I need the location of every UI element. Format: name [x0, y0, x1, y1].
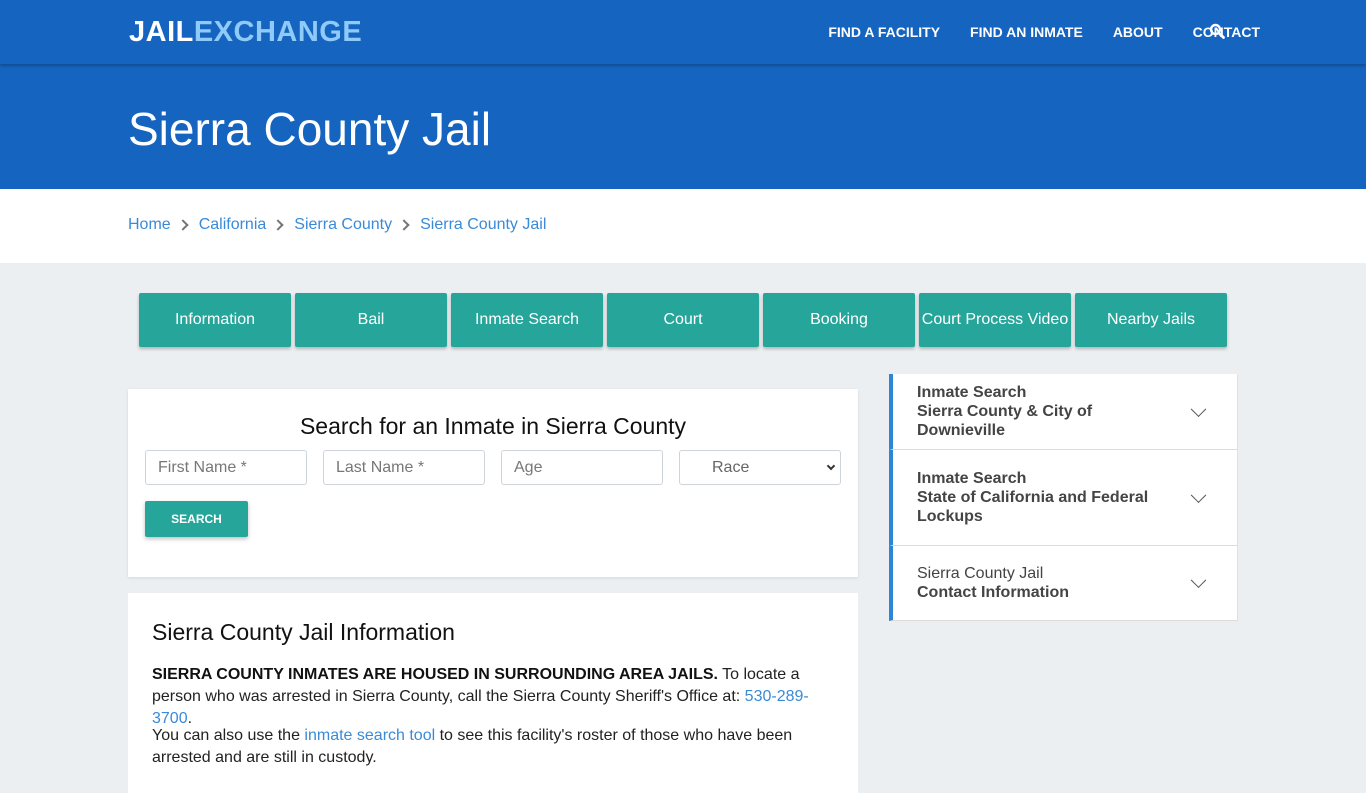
accordion-label: Sierra County Jail Contact Information: [917, 564, 1167, 602]
accordion-subtitle: State of California and Federal Lockups: [917, 489, 1149, 525]
breadcrumb: Home California Sierra County Sierra Cou…: [128, 216, 546, 234]
tab-bail[interactable]: Bail: [295, 293, 447, 347]
search-heading: Search for an Inmate in Sierra County: [299, 413, 687, 439]
inmate-search-card: Search for an Inmate in Sierra County Fi…: [128, 389, 858, 577]
page-title: Sierra County Jail: [128, 103, 492, 155]
chevron-right-icon: [272, 219, 284, 231]
sidebar-accordion: Inmate Search Sierra County & City of Do…: [889, 374, 1238, 621]
tab-inmate-search[interactable]: Inmate Search: [451, 293, 603, 347]
site-logo[interactable]: JAILEXCHANGE: [129, 16, 362, 49]
accordion-subtitle: Contact Information: [917, 584, 1069, 601]
search-icon[interactable]: [1209, 23, 1225, 39]
first-name-input[interactable]: First Name *: [145, 450, 307, 485]
chevron-down-icon: [826, 461, 836, 470]
chevron-down-icon[interactable]: [1190, 572, 1207, 589]
info-paragraph-2: You can also use the inmate search tool …: [152, 725, 822, 769]
accordion-title: Inmate Search: [917, 470, 1027, 487]
accordion-inmate-search-state[interactable]: Inmate Search State of California and Fe…: [889, 450, 1237, 546]
info-text: You can also use the: [152, 727, 305, 744]
accordion-label: Inmate Search Sierra County & City of Do…: [917, 383, 1167, 440]
nav-about[interactable]: ABOUT: [1113, 24, 1163, 40]
inmate-search-tool-link[interactable]: inmate search tool: [304, 727, 435, 744]
breadcrumb-sierra-county-jail[interactable]: Sierra County Jail: [420, 216, 546, 234]
nav-find-inmate[interactable]: FIND AN INMATE: [970, 24, 1083, 40]
tab-information[interactable]: Information: [139, 293, 291, 347]
search-fields: First Name * Last Name * Age Race: [145, 450, 841, 485]
tab-booking[interactable]: Booking: [763, 293, 915, 347]
accordion-title: Sierra County Jail: [917, 565, 1044, 582]
main-nav: FIND A FACILITY FIND AN INMATE ABOUT CON…: [828, 0, 1260, 64]
accordion-title: Inmate Search: [917, 384, 1027, 401]
breadcrumb-sierra-county[interactable]: Sierra County: [294, 216, 392, 234]
chevron-down-icon[interactable]: [1190, 486, 1207, 503]
chevron-down-icon[interactable]: [1190, 400, 1207, 417]
tab-nearby-jails[interactable]: Nearby Jails: [1075, 293, 1227, 347]
accordion-contact-information[interactable]: Sierra County Jail Contact Information: [889, 546, 1237, 621]
info-heading: Sierra County Jail Information: [152, 619, 455, 645]
last-name-input[interactable]: Last Name *: [323, 450, 485, 485]
age-input[interactable]: Age: [501, 450, 663, 485]
info-paragraph-1: SIERRA COUNTY INMATES ARE HOUSED IN SURR…: [152, 664, 822, 730]
accordion-inmate-search-county[interactable]: Inmate Search Sierra County & City of Do…: [889, 374, 1237, 450]
breadcrumb-bar: Home California Sierra County Sierra Cou…: [0, 189, 1366, 263]
breadcrumb-california[interactable]: California: [199, 216, 267, 234]
breadcrumb-home[interactable]: Home: [128, 216, 171, 234]
search-button[interactable]: SEARCH: [145, 501, 248, 537]
page-hero: Sierra County Jail: [0, 64, 1366, 189]
tab-court[interactable]: Court: [607, 293, 759, 347]
logo-exchange: EXCHANGE: [193, 16, 363, 48]
chevron-right-icon: [398, 219, 410, 231]
nav-find-facility[interactable]: FIND A FACILITY: [828, 24, 940, 40]
section-tabs: Information Bail Inmate Search Court Boo…: [139, 293, 1231, 347]
accordion-subtitle: Sierra County & City of Downieville: [917, 403, 1093, 439]
nav-contact[interactable]: CONTACT: [1193, 24, 1260, 40]
info-bold-notice: SIERRA COUNTY INMATES ARE HOUSED IN SURR…: [152, 666, 718, 683]
race-select-value: Race: [712, 458, 750, 476]
tab-court-process-video[interactable]: Court Process Video: [919, 293, 1071, 347]
top-navbar: JAILEXCHANGE FIND A FACILITY FIND AN INM…: [0, 0, 1366, 64]
logo-jail: JAIL: [129, 16, 194, 48]
chevron-right-icon: [177, 219, 189, 231]
jail-information-card: Sierra County Jail Information SIERRA CO…: [128, 593, 858, 793]
accordion-label: Inmate Search State of California and Fe…: [917, 469, 1167, 526]
race-select[interactable]: Race: [679, 450, 841, 485]
